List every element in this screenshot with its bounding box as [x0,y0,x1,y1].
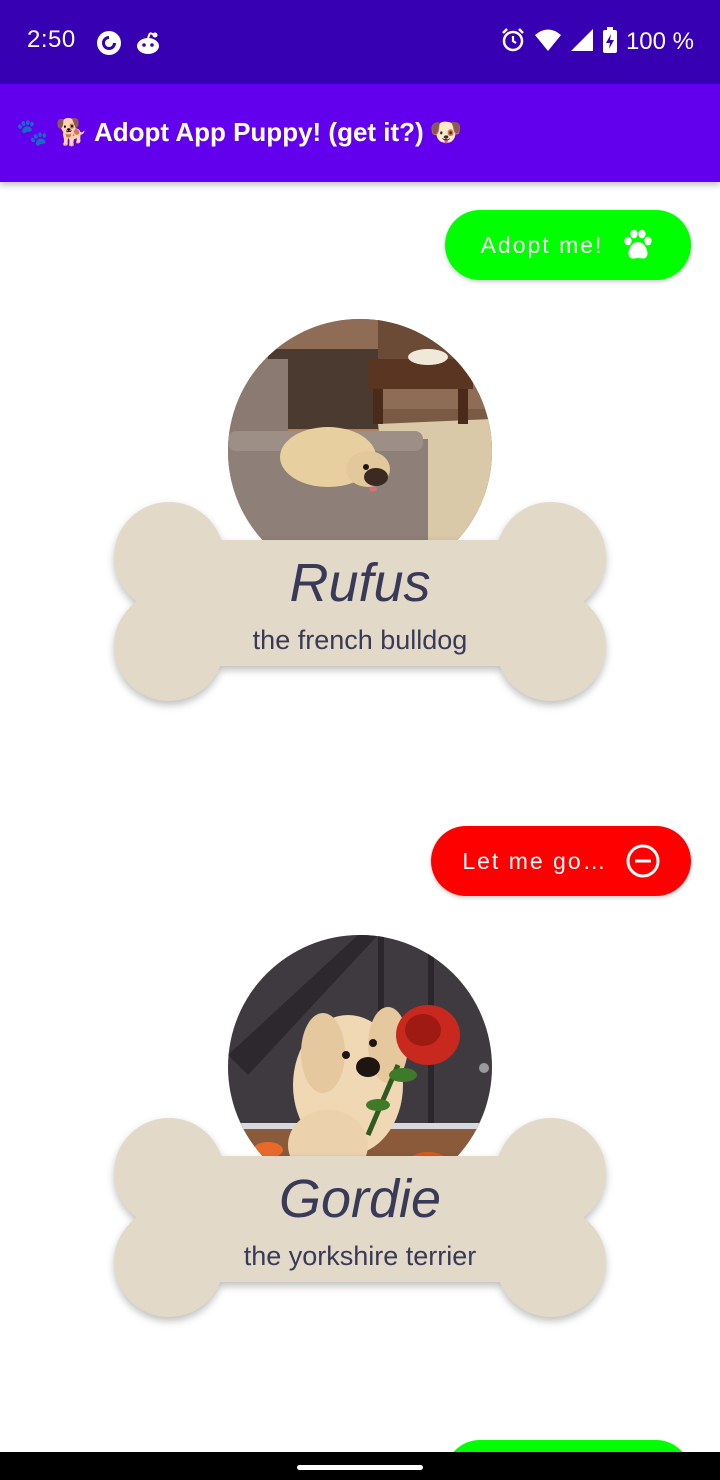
status-icons: 100 % [500,26,694,58]
release-button[interactable]: Let me go… [431,826,691,896]
navigation-bar [0,1452,720,1480]
alarm-icon [500,27,526,58]
next-adopt-button[interactable] [445,1440,691,1452]
battery-level: 100 % [625,28,694,55]
pet-breed: the yorkshire terrier [243,1241,477,1271]
pocket-casts-icon [96,30,122,56]
adopt-button-label: Adopt me! [480,231,604,258]
wifi-icon [534,28,562,57]
dog-face-emoji: 🐶 [429,117,463,147]
pet-name-tag: Rufus the french bulldog [114,502,606,702]
app-title-text: Adopt App Puppy! (get it?) [93,117,424,147]
app-bar: 🐾 🐕 Adopt App Puppy! (get it?) 🐶 [0,84,720,182]
status-bar: 2:50 100 % [0,0,720,84]
pet-name-tag: Gordie the yorkshire terrier [114,1118,606,1318]
pet-breed: the french bulldog [252,625,468,655]
pet-list[interactable]: Adopt me! Rufus the french bulldog Let m… [0,182,720,1452]
adopt-button[interactable]: Adopt me! [445,210,691,280]
pet-card: Adopt me! Rufus the french bulldog [0,182,720,798]
pet-name: Rufus [289,553,431,613]
reddit-icon [135,30,161,56]
status-time: 2:50 [27,26,76,53]
release-button-label: Let me go… [462,847,608,874]
pet-card: Let me go… Gordie the yorkshire terrier [0,798,720,1414]
home-gesture-handle[interactable] [297,1465,423,1470]
remove-circle-icon [626,844,660,878]
cell-signal-icon [570,28,594,57]
paw-dog-emoji: 🐾 🐕 [16,117,88,147]
pet-name: Gordie [278,1169,442,1229]
paw-icon [621,228,655,262]
battery-charging-icon [602,26,618,58]
app-title: 🐾 🐕 Adopt App Puppy! (get it?) 🐶 [16,117,462,148]
